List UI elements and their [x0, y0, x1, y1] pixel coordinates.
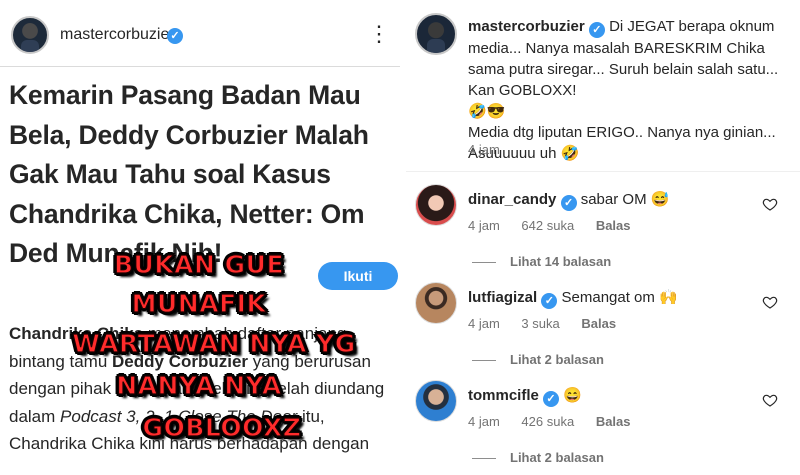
replies-line — [472, 360, 496, 362]
replies-line — [472, 262, 496, 264]
caption-emojis: 🤣😎 — [468, 103, 506, 120]
comments-panel: mastercorbuzier ✓ Di JEGAT berapa oknum … — [406, 0, 800, 475]
heart-icon[interactable] — [762, 294, 778, 310]
comment-time: 4 jam — [468, 414, 500, 429]
comment-text: 😄 — [563, 387, 582, 404]
caption-text-2: Media dtg liputan ERIGO.. Nanya nya gini… — [468, 124, 776, 162]
caption-username[interactable]: mastercorbuzier — [468, 18, 585, 35]
view-replies-button[interactable]: Lihat 2 balasan — [472, 450, 604, 465]
more-options-icon[interactable]: ⋮ — [368, 23, 390, 48]
meme-caption-line: BUKAN GUE — [113, 249, 285, 279]
comment-line: tommcifle ✓ 😄 — [468, 386, 582, 407]
avatar[interactable] — [415, 184, 457, 226]
view-replies-label: Lihat 2 balasan — [510, 450, 604, 465]
reply-button[interactable]: Balas — [596, 218, 631, 233]
view-replies-label: Lihat 2 balasan — [510, 352, 604, 367]
comment-time: 4 jam — [468, 218, 500, 233]
comment-row: lutfiagizal ✓ Semangat om 🙌 4 jam 3 suka… — [406, 282, 800, 372]
comment-time: 4 jam — [468, 316, 500, 331]
comment-line: lutfiagizal ✓ Semangat om 🙌 — [468, 288, 678, 309]
meme-caption-line: NANYA NYA — [116, 370, 282, 400]
avatar[interactable] — [415, 282, 457, 324]
verified-badge-icon: ✓ — [560, 195, 577, 211]
view-replies-button[interactable]: Lihat 14 balasan — [472, 254, 611, 269]
divider — [0, 66, 400, 67]
comment-meta: 4 jam 426 suka Balas — [468, 414, 649, 429]
comment-row: tommcifle ✓ 😄 4 jam 426 suka Balas Lihat… — [406, 380, 800, 470]
post-header: mastercorbuzier ✓ ⋮ — [0, 0, 400, 68]
comment-row: dinar_candy ✓ sabar OM 😅 4 jam 642 suka … — [406, 184, 800, 274]
comment-likes[interactable]: 642 suka — [521, 218, 574, 233]
avatar[interactable] — [11, 16, 49, 54]
meme-caption-line: MUNAFIK — [131, 288, 267, 318]
comment-likes[interactable]: 3 suka — [521, 316, 559, 331]
heart-icon[interactable] — [762, 196, 778, 212]
meme-caption-line: WARTAWAN NYA YG — [72, 328, 356, 358]
comment-text: Semangat om 🙌 — [561, 289, 678, 306]
reply-button[interactable]: Balas — [581, 316, 616, 331]
article-headline: Kemarin Pasang Badan Mau Bela, Deddy Cor… — [9, 80, 369, 268]
verified-badge-icon: ✓ — [588, 22, 605, 38]
comment-line: dinar_candy ✓ sabar OM 😅 — [468, 190, 669, 211]
verified-badge-icon: ✓ — [541, 293, 558, 309]
avatar[interactable] — [415, 13, 457, 55]
comment-username[interactable]: tommcifle — [468, 387, 539, 404]
view-replies-label: Lihat 14 balasan — [510, 254, 612, 269]
comment-meta: 4 jam 3 suka Balas — [468, 316, 634, 331]
verified-badge-icon: ✓ — [543, 391, 560, 407]
comment-username[interactable]: dinar_candy — [468, 191, 556, 208]
meme-caption-line: GOBLOOXZ — [142, 412, 302, 442]
view-replies-button[interactable]: Lihat 2 balasan — [472, 352, 604, 367]
comment-username[interactable]: lutfiagizal — [468, 289, 537, 306]
replies-line — [472, 458, 496, 460]
comment-likes[interactable]: 426 suka — [521, 414, 574, 429]
reply-button[interactable]: Balas — [596, 414, 631, 429]
comment-text: sabar OM 😅 — [580, 191, 670, 208]
caption-timestamp: 4 jam — [468, 142, 500, 157]
verified-badge-icon: ✓ — [167, 28, 183, 44]
post-caption: mastercorbuzier ✓ Di JEGAT berapa oknum … — [468, 16, 788, 164]
article-panel: mastercorbuzier ✓ ⋮ Kemarin Pasang Badan… — [0, 0, 400, 475]
avatar[interactable] — [415, 380, 457, 422]
comment-meta: 4 jam 642 suka Balas — [468, 218, 649, 233]
divider — [406, 171, 800, 172]
heart-icon[interactable] — [762, 392, 778, 408]
username[interactable]: mastercorbuzier — [60, 26, 175, 44]
